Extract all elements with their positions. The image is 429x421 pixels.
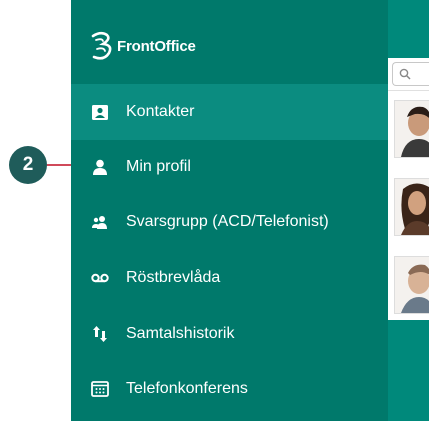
sidebar-item-telefonkonferens[interactable]: Telefonkonferens: [71, 361, 388, 417]
contacts-icon: [91, 103, 109, 121]
divider: [388, 90, 429, 91]
app-screen: FrontOffice Kontakter Min profil Svarsgr…: [71, 0, 429, 421]
callout-line: [47, 164, 71, 166]
sidebar-item-label: Min profil: [126, 158, 191, 175]
sidebar-item-kontakter[interactable]: Kontakter: [71, 84, 388, 140]
contact-avatar[interactable]: [394, 178, 429, 236]
sidebar-item-svarsgrupp[interactable]: Svarsgrupp (ACD/Telefonist): [71, 194, 388, 250]
contact-photo: [395, 257, 429, 313]
sidebar-item-label: Samtalshistorik: [126, 325, 235, 342]
brand-name: FrontOffice: [117, 37, 196, 55]
brand-logo: FrontOffice: [87, 28, 196, 64]
sidebar-item-label: Telefonkonferens: [126, 380, 248, 397]
contact-avatar[interactable]: [394, 256, 429, 314]
sidebar-item-label: Röstbrevlåda: [126, 269, 221, 286]
swap-vert-icon: [91, 325, 109, 343]
contact-photo: [395, 179, 429, 235]
three-logo-icon: [91, 31, 112, 60]
search-input[interactable]: [392, 62, 429, 86]
contacts-panel: [388, 58, 429, 320]
sidebar-item-samtalshistorik[interactable]: Samtalshistorik: [71, 306, 388, 362]
sidebar-item-label: Kontakter: [126, 103, 195, 120]
contact-photo: [395, 101, 429, 157]
dialpad-icon: [91, 380, 109, 398]
navigation-drawer: FrontOffice Kontakter Min profil Svarsgr…: [71, 0, 388, 421]
contact-avatar[interactable]: [394, 100, 429, 158]
search-icon: [399, 68, 411, 80]
person-icon: [91, 158, 109, 176]
callout-badge: 2: [9, 146, 47, 184]
voicemail-icon: [91, 269, 109, 287]
sidebar-item-rostbrevlada[interactable]: Röstbrevlåda: [71, 250, 388, 306]
sidebar-item-label: Svarsgrupp (ACD/Telefonist): [126, 213, 329, 230]
sidebar-item-min-profil[interactable]: Min profil: [71, 139, 388, 195]
group-icon: [91, 213, 109, 231]
